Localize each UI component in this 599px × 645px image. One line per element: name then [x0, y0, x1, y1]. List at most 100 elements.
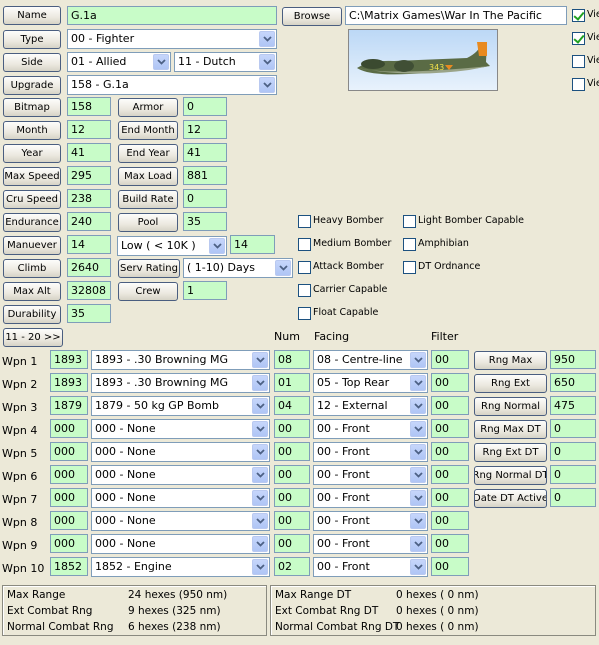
upgrade-select[interactable]: 158 - G.1a — [67, 75, 277, 95]
manuever-altitude-select[interactable]: Low ( < 10K ) — [117, 236, 227, 256]
weapon-num-field[interactable]: 00 — [274, 488, 310, 507]
chevron-down-icon[interactable] — [252, 398, 268, 414]
chevron-down-icon[interactable] — [252, 352, 268, 368]
weapon-num-field[interactable]: 00 — [274, 511, 310, 530]
chevron-down-icon[interactable] — [259, 54, 275, 70]
stat-max-load-field[interactable]: 881 — [183, 166, 227, 185]
range-rng-max-dt-button[interactable]: Rng Max DT — [474, 420, 547, 439]
weapon-id-field[interactable]: 000 — [50, 419, 88, 438]
browse-button[interactable]: Browse — [282, 7, 342, 26]
weapon-filter-field[interactable]: 00 — [431, 511, 469, 530]
weapon-filter-field[interactable]: 00 — [431, 442, 469, 461]
weapon-select[interactable]: 1893 - .30 Browning MG — [91, 350, 270, 370]
stat-month-field[interactable]: 12 — [67, 120, 111, 139]
manuever-altitude-field[interactable]: 14 — [230, 235, 275, 254]
stat-end-year-button[interactable]: End Year — [118, 144, 178, 163]
chevron-down-icon[interactable] — [410, 444, 426, 460]
weapon-select[interactable]: 000 - None — [91, 419, 270, 439]
stat-year-field[interactable]: 41 — [67, 143, 111, 162]
stat-pool-button[interactable]: Pool — [118, 213, 178, 232]
stat-cru-speed-field[interactable]: 238 — [67, 189, 111, 208]
range-date-dt-active-button[interactable]: Date DT Active — [474, 489, 547, 508]
weapon-facing-select[interactable]: 00 - Front — [313, 511, 428, 531]
weapon-id-field[interactable]: 000 — [50, 511, 88, 530]
stat-max-alt-button[interactable]: Max Alt — [3, 282, 61, 301]
weapon-facing-select[interactable]: 00 - Front — [313, 534, 428, 554]
stat-year-button[interactable]: Year — [3, 144, 61, 163]
crew-button[interactable]: Crew — [118, 282, 178, 301]
weapon-filter-field[interactable]: 00 — [431, 534, 469, 553]
stat-manuever-button[interactable]: Manuever — [3, 236, 61, 255]
capability-checkbox[interactable] — [403, 238, 416, 251]
weapon-num-field[interactable]: 02 — [274, 557, 310, 576]
weapon-facing-select[interactable]: 12 - External — [313, 396, 428, 416]
weapon-id-field[interactable]: 1879 — [50, 396, 88, 415]
range-rng-ext-dt-button[interactable]: Rng Ext DT — [474, 443, 547, 462]
side-button[interactable]: Side — [3, 53, 61, 72]
stat-endurance-button[interactable]: Endurance — [3, 213, 61, 232]
stat-end-month-field[interactable]: 12 — [183, 120, 227, 139]
weapon-facing-select[interactable]: 00 - Front — [313, 557, 428, 577]
weapon-filter-field[interactable]: 00 — [431, 373, 469, 392]
range-rng-ext-field[interactable]: 650 — [550, 373, 596, 392]
chevron-down-icon[interactable] — [410, 352, 426, 368]
capability-checkbox[interactable] — [298, 261, 311, 274]
range-rng-ext-dt-field[interactable]: 0 — [550, 442, 596, 461]
crew-field[interactable]: 1 — [183, 281, 227, 300]
chevron-down-icon[interactable] — [252, 421, 268, 437]
range-rng-normal-dt-field[interactable]: 0 — [550, 465, 596, 484]
chevron-down-icon[interactable] — [410, 467, 426, 483]
name-field[interactable]: G.1a — [67, 6, 277, 25]
stat-endurance-field[interactable]: 240 — [67, 212, 111, 231]
chevron-down-icon[interactable] — [410, 421, 426, 437]
chevron-down-icon[interactable] — [252, 513, 268, 529]
stat-manuever-field[interactable]: 14 — [67, 235, 111, 254]
weapon-num-field[interactable]: 00 — [274, 534, 310, 553]
view-checkbox[interactable] — [572, 32, 585, 45]
weapon-select[interactable]: 1879 - 50 kg GP Bomb — [91, 396, 270, 416]
stat-cru-speed-button[interactable]: Cru Speed — [3, 190, 61, 209]
stat-end-year-field[interactable]: 41 — [183, 143, 227, 162]
stat-bitmap-field[interactable]: 158 — [67, 97, 111, 116]
stat-max-speed-button[interactable]: Max Speed — [3, 167, 61, 186]
weapon-id-field[interactable]: 000 — [50, 465, 88, 484]
capability-checkbox[interactable] — [298, 215, 311, 228]
nation-select[interactable]: 11 - Dutch — [174, 52, 277, 72]
type-button[interactable]: Type — [3, 30, 61, 49]
weapon-select[interactable]: 000 - None — [91, 465, 270, 485]
chevron-down-icon[interactable] — [259, 77, 275, 93]
weapon-filter-field[interactable]: 00 — [431, 396, 469, 415]
serv-rating-button[interactable]: Serv Rating — [118, 259, 180, 278]
capability-checkbox[interactable] — [298, 307, 311, 320]
stat-month-button[interactable]: Month — [3, 121, 61, 140]
capability-checkbox[interactable] — [403, 215, 416, 228]
weapon-facing-select[interactable]: 00 - Front — [313, 465, 428, 485]
weapon-id-field[interactable]: 1852 — [50, 557, 88, 576]
chevron-down-icon[interactable] — [252, 536, 268, 552]
weapon-select[interactable]: 000 - None — [91, 442, 270, 462]
weapon-filter-field[interactable]: 00 — [431, 557, 469, 576]
stat-build-rate-button[interactable]: Build Rate — [118, 190, 178, 209]
weapon-select[interactable]: 000 - None — [91, 534, 270, 554]
stat-max-speed-field[interactable]: 295 — [67, 166, 111, 185]
stat-pool-field[interactable]: 35 — [183, 212, 227, 231]
capability-checkbox[interactable] — [298, 284, 311, 297]
stat-armor-field[interactable]: 0 — [183, 97, 227, 116]
weapon-facing-select[interactable]: 00 - Front — [313, 488, 428, 508]
chevron-down-icon[interactable] — [252, 490, 268, 506]
weapon-filter-field[interactable]: 00 — [431, 419, 469, 438]
weapon-num-field[interactable]: 01 — [274, 373, 310, 392]
chevron-down-icon[interactable] — [410, 536, 426, 552]
chevron-down-icon[interactable] — [252, 559, 268, 575]
weapon-id-field[interactable]: 000 — [50, 488, 88, 507]
chevron-down-icon[interactable] — [410, 559, 426, 575]
type-select[interactable]: 00 - Fighter — [67, 29, 277, 49]
chevron-down-icon[interactable] — [209, 238, 225, 254]
chevron-down-icon[interactable] — [252, 444, 268, 460]
view-checkbox[interactable] — [572, 78, 585, 91]
weapon-facing-select[interactable]: 00 - Front — [313, 442, 428, 462]
chevron-down-icon[interactable] — [275, 260, 291, 276]
chevron-down-icon[interactable] — [153, 54, 169, 70]
weapon-select[interactable]: 1852 - Engine — [91, 557, 270, 577]
weapon-filter-field[interactable]: 00 — [431, 350, 469, 369]
